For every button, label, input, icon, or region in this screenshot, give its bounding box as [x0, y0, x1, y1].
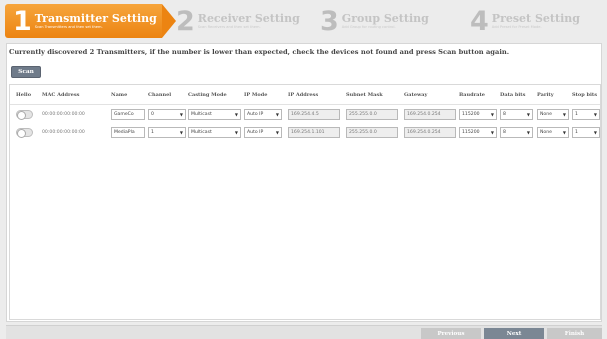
mac-address: 00:00:00:00:00:00 — [42, 130, 85, 135]
ip-address-field[interactable]: 169.254.4.5 — [288, 109, 340, 120]
data-bits-select[interactable]: 8 ▼ — [500, 109, 533, 120]
column-header-ip-address: IP Address — [288, 92, 319, 98]
column-header-ip-mode: IP Mode — [244, 92, 268, 98]
step-title: Preset Setting — [491, 11, 580, 25]
column-header-channel: Channel — [148, 92, 172, 98]
column-header-subnet-mask: Subnet Mask — [346, 92, 383, 98]
next-button[interactable]: Next — [484, 328, 544, 339]
parity-select[interactable]: None ▼ — [537, 127, 569, 138]
baudrate-select[interactable]: 115200 ▼ — [459, 127, 497, 138]
step-title: Receiver Setting — [197, 11, 300, 25]
column-header-mac: MAC Address — [42, 92, 80, 98]
table-row: 00:00:00:00:00:00 MediaPla 1 ▼ Multicast ▼… — [10, 125, 600, 142]
ip-mode-select[interactable]: Auto IP ▼ — [244, 109, 282, 120]
step-number: 4 — [470, 5, 489, 37]
step-number: 1 — [13, 5, 32, 37]
name-field[interactable]: MediaPla — [111, 127, 145, 138]
column-header-gateway: Gateway — [404, 92, 428, 98]
step-subtitle: Add Preset for Preset Mode. — [491, 24, 542, 29]
step-title: Group Setting — [341, 11, 429, 25]
stop-bits-select[interactable]: 1 ▼ — [572, 127, 600, 138]
column-header-casting-mode: Casting Mode — [188, 92, 227, 98]
baudrate-select[interactable]: 115200 ▼ — [459, 109, 497, 120]
channel-select[interactable]: 0 ▼ — [148, 109, 186, 120]
channel-select[interactable]: 1 ▼ — [148, 127, 186, 138]
column-header-data-bits: Data bits — [500, 92, 526, 98]
mac-address: 00:00:00:00:00:00 — [42, 112, 85, 117]
column-header-name: Name — [111, 92, 128, 98]
table-row: 00:00:00:00:00:00 GameCo 0 ▼ Multicast ▼ A… — [10, 107, 600, 124]
name-field[interactable]: GameCo — [111, 109, 145, 120]
wizard-footer: Previous Next Finish — [6, 325, 602, 339]
step-subtitle: Scan Receivers and then set them. — [197, 24, 261, 29]
hello-toggle[interactable] — [16, 110, 33, 120]
column-header-baudrate: Baudrate — [459, 92, 485, 98]
step-title: Transmitter Setting — [34, 11, 157, 25]
column-header-hello: Hello — [16, 92, 32, 98]
transmitter-table: Hello MAC Address Name Channel Casting M… — [9, 84, 601, 320]
finish-button[interactable]: Finish — [547, 328, 602, 339]
subnet-mask-field[interactable]: 255.255.0.0 — [346, 109, 398, 120]
scan-button[interactable]: Scan — [11, 66, 41, 78]
table-header: Hello MAC Address Name Channel Casting M… — [10, 85, 600, 105]
step-number: 3 — [320, 5, 339, 37]
gateway-field[interactable]: 169.254.0.254 — [404, 109, 456, 120]
step-preset-setting[interactable]: 4 Preset Setting Add Preset for Preset M… — [462, 4, 602, 38]
step-group-setting[interactable]: 3 Group Setting Add Group for routing co… — [312, 4, 462, 38]
ip-mode-select[interactable]: Auto IP ▼ — [244, 127, 282, 138]
step-transmitter-setting[interactable]: 1 Transmitter Setting Scan Transmitters … — [5, 4, 176, 38]
stop-bits-select[interactable]: 1 ▼ — [572, 109, 600, 120]
step-receiver-setting[interactable]: 2 Receiver Setting Scan Receivers and th… — [162, 4, 312, 38]
data-bits-select[interactable]: 8 ▼ — [500, 127, 533, 138]
step-subtitle: Scan Transmitters and then set them. — [34, 24, 103, 29]
step-subtitle: Add Group for routing control. — [341, 24, 396, 29]
casting-mode-select[interactable]: Multicast ▼ — [188, 109, 241, 120]
column-header-stop-bits: Stop bits — [572, 92, 598, 98]
previous-button[interactable]: Previous — [421, 328, 481, 339]
subnet-mask-field[interactable]: 255.255.0.0 — [346, 127, 398, 138]
parity-select[interactable]: None ▼ — [537, 109, 569, 120]
wizard-steps: 1 Transmitter Setting Scan Transmitters … — [5, 4, 602, 38]
ip-address-field[interactable]: 169.254.1.101 — [288, 127, 340, 138]
column-header-parity: Parity — [537, 92, 554, 98]
gateway-field[interactable]: 169.254.0.254 — [404, 127, 456, 138]
step-number: 2 — [176, 5, 195, 37]
main-panel: Currently discovered 2 Transmitters, if … — [6, 43, 602, 322]
hello-toggle[interactable] — [16, 128, 33, 138]
discovery-notice: Currently discovered 2 Transmitters, if … — [9, 48, 510, 56]
casting-mode-select[interactable]: Multicast ▼ — [188, 127, 241, 138]
